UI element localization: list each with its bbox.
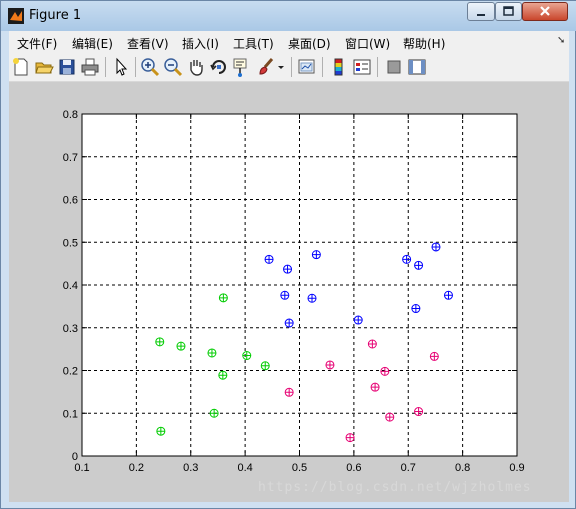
data-point: [385, 412, 395, 422]
hide-plot-tools-icon[interactable]: [383, 56, 405, 78]
data-point: [209, 408, 219, 418]
data-point: [414, 260, 424, 270]
x-tick-label: 0.1: [74, 462, 89, 474]
data-point: [345, 433, 355, 443]
x-tick-label: 0.7: [401, 462, 416, 474]
y-tick-label: 0.8: [63, 109, 78, 121]
y-tick-label: 0: [72, 451, 78, 463]
legend-icon[interactable]: [351, 56, 373, 78]
data-point: [283, 264, 293, 274]
figure-window: Figure 1 文件(F) 编辑(E) 查看(V) 插入(I) 工具(T) 桌…: [0, 0, 576, 509]
menu-bar: 文件(F) 编辑(E) 查看(V) 插入(I) 工具(T) 桌面(D) 窗口(W…: [9, 31, 569, 53]
data-point: [325, 360, 335, 370]
y-tick-label: 0.3: [63, 323, 78, 335]
x-tick-label: 0.5: [292, 462, 307, 474]
colorbar-icon[interactable]: [328, 56, 350, 78]
close-icon: [540, 6, 550, 16]
toolbar-separator: [105, 57, 106, 77]
data-point: [311, 250, 321, 260]
title-bar[interactable]: Figure 1: [1, 1, 576, 31]
zoom-out-icon[interactable]: [162, 56, 184, 78]
data-point: [307, 293, 317, 303]
toolbar-separator: [135, 57, 136, 77]
toolbar-separator: [377, 57, 378, 77]
y-tick-label: 0.4: [63, 280, 78, 292]
maximize-button[interactable]: [495, 2, 522, 21]
print-icon[interactable]: [79, 56, 101, 78]
select-arrow-icon[interactable]: [110, 56, 132, 78]
data-point: [218, 293, 228, 303]
y-tick-label: 0.5: [63, 237, 78, 249]
menu-dock-arrow-icon[interactable]: ➘: [557, 35, 565, 46]
matlab-logo-icon: [8, 8, 24, 24]
data-point: [207, 348, 217, 358]
rotate-3d-icon[interactable]: [208, 56, 230, 78]
data-point: [353, 315, 363, 325]
toolbar-separator: [291, 57, 292, 77]
x-tick-label: 0.8: [455, 462, 470, 474]
data-point: [280, 290, 290, 300]
y-tick-label: 0.1: [63, 408, 78, 420]
new-figure-icon[interactable]: [10, 56, 32, 78]
toolbar-separator: [322, 57, 323, 77]
zoom-in-icon[interactable]: [139, 56, 161, 78]
close-button[interactable]: [522, 2, 568, 21]
data-point: [370, 382, 380, 392]
data-point: [242, 351, 252, 361]
x-tick-label: 0.9: [509, 462, 524, 474]
menu-edit[interactable]: 编辑(E): [72, 35, 113, 52]
data-point: [380, 366, 390, 376]
y-tick-label: 0.7: [63, 152, 78, 164]
data-point: [156, 426, 166, 436]
save-icon[interactable]: [56, 56, 78, 78]
data-point: [176, 341, 186, 351]
data-point: [431, 242, 441, 252]
minimize-icon: [477, 14, 485, 16]
x-tick-label: 0.2: [129, 462, 144, 474]
data-point: [218, 370, 228, 380]
link-plot-icon[interactable]: [296, 56, 318, 78]
maximize-icon: [503, 6, 514, 16]
menu-file[interactable]: 文件(F): [17, 35, 57, 52]
menu-tools[interactable]: 工具(T): [233, 35, 274, 52]
menu-desktop[interactable]: 桌面(D): [288, 35, 331, 52]
figure-canvas: 0.1 0.2 0.3 0.4 0.5 0.6 0.7 0.8 0.9 0 0.1 0.2 0.3 0.4…: [9, 82, 569, 502]
data-point: [414, 407, 424, 417]
data-point: [260, 361, 270, 371]
data-point: [155, 337, 165, 347]
menu-view[interactable]: 查看(V): [127, 35, 169, 52]
show-plot-tools-icon[interactable]: [406, 56, 428, 78]
y-tick-label: 0.6: [63, 195, 78, 207]
window-title: Figure 1: [29, 8, 82, 23]
data-cursor-icon[interactable]: [231, 56, 253, 78]
data-point: [443, 290, 453, 300]
data-point: [402, 254, 412, 264]
data-point: [429, 351, 439, 361]
minimize-button[interactable]: [467, 2, 495, 21]
watermark-text: https://blog.csdn.net/wjzholmes: [258, 480, 532, 495]
pan-hand-icon[interactable]: [185, 56, 207, 78]
brush-icon[interactable]: [255, 56, 277, 78]
data-point: [284, 387, 294, 397]
data-point: [284, 318, 294, 328]
y-tick-label: 0.2: [63, 366, 78, 378]
x-tick-label: 0.6: [346, 462, 361, 474]
menu-insert[interactable]: 插入(I): [182, 35, 219, 52]
brush-dropdown-icon[interactable]: [275, 56, 287, 78]
data-point: [264, 254, 274, 264]
open-folder-icon[interactable]: [33, 56, 55, 78]
x-tick-label: 0.3: [183, 462, 198, 474]
menu-window[interactable]: 窗口(W): [345, 35, 390, 52]
x-tick-label: 0.4: [237, 462, 252, 474]
menu-help[interactable]: 帮助(H): [403, 35, 445, 52]
data-point: [367, 339, 377, 349]
scatter-plot[interactable]: 0.1 0.2 0.3 0.4 0.5 0.6 0.7 0.8 0.900.10.20.30.4…: [9, 82, 569, 482]
figure-toolbar: [9, 53, 569, 82]
data-point: [411, 304, 421, 314]
